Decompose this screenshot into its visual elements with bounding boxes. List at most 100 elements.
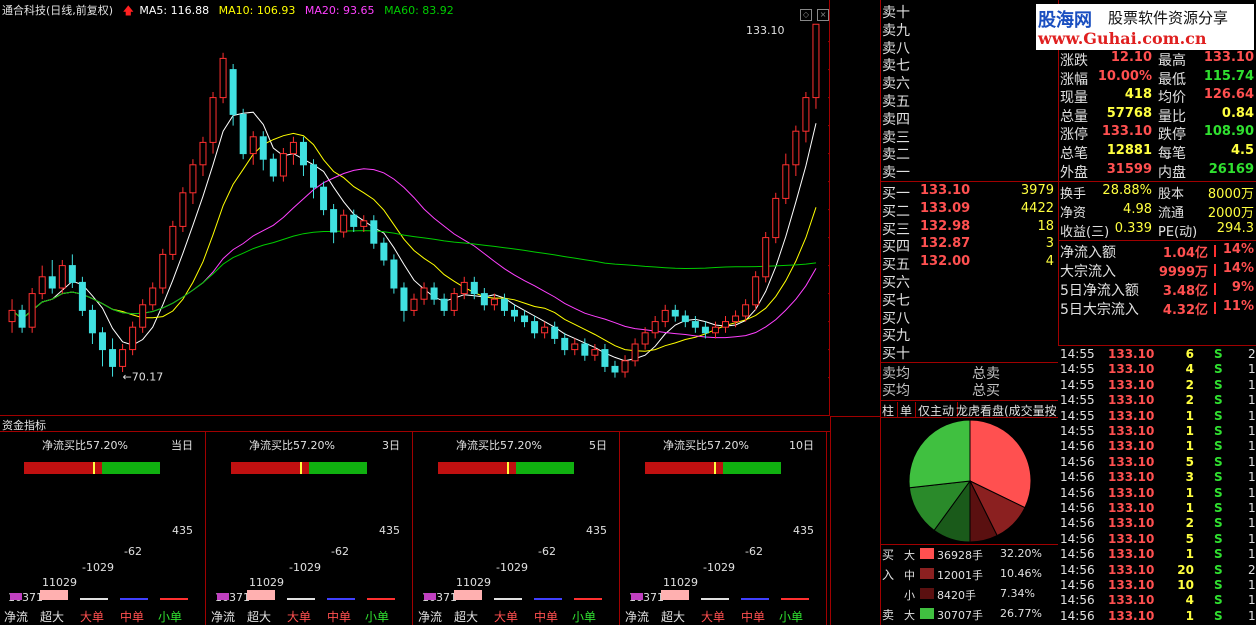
tick-time: 14:56: [1060, 562, 1095, 577]
funds-label: 净流: [418, 610, 443, 624]
candle: [641, 327, 649, 350]
funds-label: 中单: [741, 610, 766, 624]
large-bar: [701, 598, 729, 600]
buy-level-row[interactable]: 买九: [882, 325, 1058, 344]
tick-count: 1: [1248, 516, 1256, 531]
avg-row: 卖均 总卖 买均 总买: [880, 362, 1058, 399]
funds-label: 净流: [211, 610, 236, 624]
stat-key: PE(动): [1158, 225, 1198, 240]
side-blank-column: [830, 416, 880, 625]
stat-key: 最高: [1158, 53, 1186, 69]
tick-row: 14:56 133.10 3 S 1: [1060, 470, 1256, 485]
tick-row: 14:55 133.10 1 S 1: [1060, 409, 1256, 424]
settings-icon[interactable]: ◇: [800, 9, 812, 21]
funds-value: 435: [793, 524, 814, 537]
tick-count: 1: [1248, 501, 1256, 515]
super-large-bar: [661, 590, 689, 600]
ma5-label: MA5: 116.88: [139, 4, 210, 17]
buy-level-row[interactable]: 买十: [882, 343, 1058, 363]
close-icon[interactable]: ×: [817, 9, 830, 21]
tick-row: 14:56 133.10 10 S 1: [1060, 578, 1256, 593]
large-bar: [80, 598, 108, 600]
tick-side: S: [1214, 377, 1223, 392]
candle: [510, 304, 518, 322]
tick-side: S: [1214, 608, 1223, 623]
tick-time: 14:55: [1060, 424, 1095, 438]
candle: [219, 52, 227, 104]
legend-row: 入中 12001手 10.46%: [882, 565, 1058, 583]
ma10-label: MA10: 106.93: [218, 4, 296, 17]
tick-count: 1: [1248, 531, 1256, 546]
candle: [561, 332, 569, 356]
candle: [159, 248, 167, 294]
buy-level-row[interactable]: 买二 133.09 4422: [882, 201, 1058, 220]
net-buy-bar-mark: [300, 462, 302, 474]
small-bar: [574, 598, 602, 600]
tick-volume: 2: [1185, 516, 1194, 531]
flow-value: 1.04亿: [1162, 246, 1208, 261]
buy-level-label: 买十: [882, 346, 910, 363]
tab-2[interactable]: 仅主动: [918, 402, 959, 417]
sell-level-label: 卖一: [882, 165, 910, 182]
funds-value: 11029: [42, 576, 77, 589]
tab-1[interactable]: 单: [900, 402, 917, 417]
funds-label: 超大: [661, 610, 686, 624]
flow-pct: 11%: [1222, 299, 1254, 314]
buy-level-row[interactable]: 买八: [882, 308, 1058, 327]
legend-qty: 30707手: [937, 609, 983, 622]
candle: [521, 310, 529, 328]
net-flow-bar: [217, 593, 229, 600]
logo-slogan: 股票软件资源分享: [1108, 9, 1229, 27]
tick-volume: 20: [1177, 562, 1194, 577]
buy-level-row[interactable]: 买三 132.98 18: [882, 219, 1058, 238]
tick-price: 133.10: [1108, 531, 1155, 546]
stat-value: 10.00%: [1097, 68, 1152, 84]
buy-level-price: 133.10: [920, 183, 971, 198]
flow-key: 大宗流入: [1060, 264, 1116, 280]
super-large-bar: [40, 590, 68, 600]
ma20-label: MA20: 93.65: [304, 4, 375, 17]
tick-row: 14:56 133.10 20 S 2: [1060, 563, 1256, 578]
tick-time: 14:56: [1060, 608, 1095, 623]
kline-chart[interactable]: 130.0125.0120.0115.0110.0105.0100.095.09…: [0, 0, 880, 416]
net-buy-bar-green: [102, 462, 160, 474]
candle: [360, 215, 368, 232]
candle: [38, 265, 46, 300]
funds-value: -62: [124, 545, 142, 558]
stat-value: 115.74: [1203, 68, 1254, 84]
tick-volume: 4: [1185, 362, 1194, 377]
tick-row: 14:55 133.10 2 S 1: [1060, 393, 1256, 408]
tick-volume: 1: [1185, 608, 1194, 623]
stat-value: 108.90: [1203, 124, 1254, 140]
buy-level-volume: 4: [1045, 254, 1054, 270]
candle: [179, 187, 187, 232]
candle: [310, 159, 318, 199]
funds-value: -62: [745, 545, 763, 558]
legend-size: 大: [904, 549, 915, 562]
tick-row: 14:56 133.10 1 S 1: [1060, 486, 1256, 501]
funds-panel: 净流买比57.20% 当日 435 -62 -1029 11029 10371 净流 超大 大单中…: [0, 432, 206, 625]
pie-chart: [882, 418, 1058, 544]
buy-level-row[interactable]: 买五 132.00 4: [882, 254, 1058, 273]
tick-time: 14:55: [1060, 347, 1095, 361]
candle: [732, 310, 740, 328]
buy-level-volume: 3: [1045, 236, 1054, 252]
candle: [119, 344, 127, 372]
buy-level-row[interactable]: 买四 132.87 3: [882, 236, 1058, 255]
legend-swatch: [920, 588, 934, 599]
stat-row: 涨幅 10.00% 最低 115.74: [1060, 68, 1256, 88]
stat-value: 4.5: [1230, 143, 1254, 158]
flow-pct: 14%: [1222, 261, 1254, 276]
tab-3[interactable]: 龙虎看盘(成交量按: [956, 402, 1058, 417]
buy-level-row[interactable]: 买六: [882, 272, 1058, 291]
buy-level-row[interactable]: 买一 133.10 3979: [882, 183, 1058, 202]
mid-bar: [534, 598, 562, 600]
buy-level-row[interactable]: 买七: [882, 290, 1058, 309]
stat-value: 26169: [1208, 161, 1254, 177]
tick-side: S: [1214, 501, 1223, 515]
stat-row: 涨停 133.10 跌停 108.90: [1060, 124, 1256, 143]
low-price-label: ←70.17: [123, 371, 164, 384]
tick-row: 14:56 133.10 1 S 1: [1060, 609, 1256, 624]
funds-panel-period: 5日: [589, 439, 607, 452]
tab-0[interactable]: 柱: [882, 402, 899, 417]
